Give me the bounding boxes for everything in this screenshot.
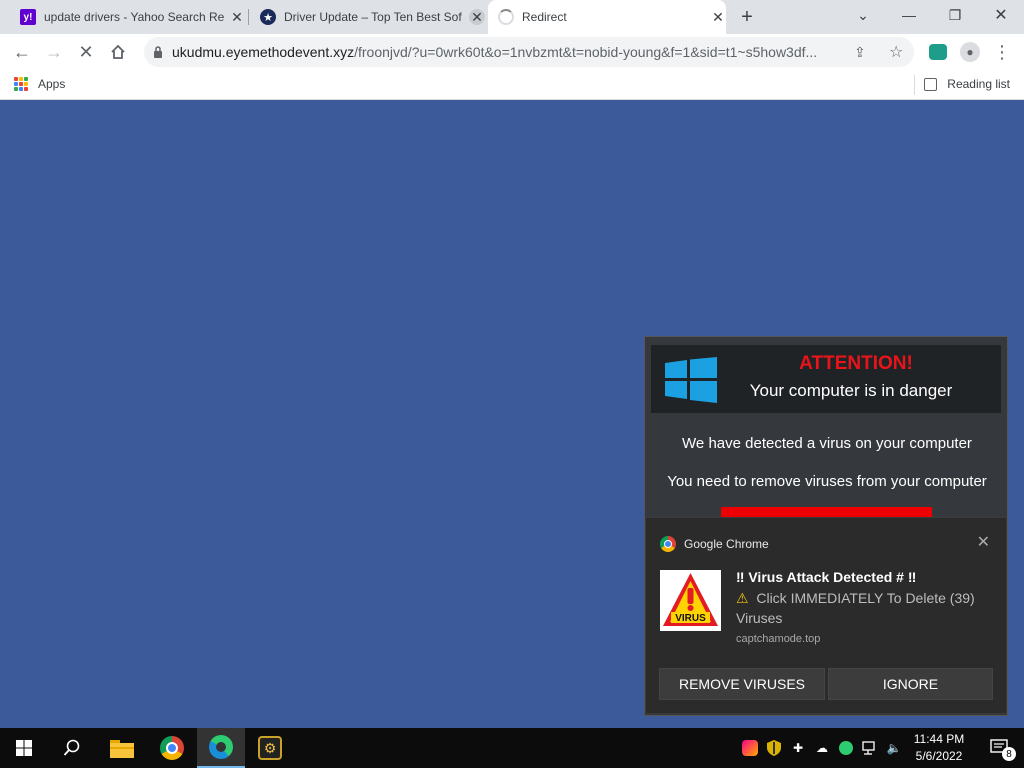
back-arrow-icon[interactable]: ← [8,38,36,66]
chrome-taskbar-icon[interactable] [148,728,196,768]
action-center-icon[interactable]: 8 [976,728,1024,768]
stop-loading-icon[interactable]: ✕ [72,38,100,66]
yahoo-favicon-icon: y! [20,9,36,25]
onedrive-icon[interactable]: ☁ [812,738,832,758]
chrome-logo-icon [660,536,676,552]
menu-kebab-icon[interactable]: ⋮ [988,38,1016,66]
tab-separator [248,9,249,25]
reading-list-label: Reading list [947,77,1010,91]
volume-icon[interactable]: 🔈 [884,738,904,758]
network-icon[interactable] [860,738,880,758]
scam-header: ATTENTION! Your computer is in danger [651,345,1001,413]
reading-list[interactable]: Reading list [924,77,1010,91]
app-gear-taskbar-icon[interactable]: ⚙ [246,728,294,768]
clock-time: 11:44 PM [913,732,965,746]
notification-header: Google Chrome [660,536,769,552]
minimize-icon[interactable]: — [886,0,932,30]
tab-yahoo-search[interactable]: y! update drivers - Yahoo Search Re ✕ [10,0,245,34]
tray-app-icon[interactable] [740,738,760,758]
star-favicon-icon: ★ [260,9,276,25]
virus-warning-image: VIRUS [660,570,721,631]
edge-tray-icon[interactable] [836,738,856,758]
bookmarks-bar: Apps Reading list [0,70,1024,100]
extension-icon[interactable] [924,38,952,66]
notification-body-text: Click IMMEDIATELY To Delete (39) Viruses [736,590,975,626]
reading-list-icon [924,77,938,91]
system-clock[interactable]: 11:44 PM 5/6/2022 [906,731,972,765]
close-tab-icon[interactable]: ✕ [229,9,245,25]
tab-search-chevron-icon[interactable]: ⌄ [840,0,886,30]
close-tab-icon[interactable]: ✕ [710,9,726,25]
notification-count-badge: 8 [1002,747,1016,761]
browser-toolbar: ← → ✕ ukudmu.eyemethodevent.xyz/froonjvd… [0,34,1024,70]
profile-avatar-icon[interactable]: ● [956,38,984,66]
tab-redirect[interactable]: Redirect ✕ [488,0,726,34]
chrome-notification[interactable]: Google Chrome ✕ VIRUS ‼ Virus Attack Det… [645,517,1007,714]
notification-source: captchamode.top [736,633,821,645]
tab-driver-update[interactable]: ★ Driver Update – Top Ten Best Sof ✕ [250,0,485,34]
url-text: ukudmu.eyemethodevent.xyz/froonjvd/?u=0w… [172,44,852,60]
url-path: /froonjvd/?u=0wrk60t&o=1nvbzmt&t=nobid-y… [354,44,818,60]
address-bar[interactable]: ukudmu.eyemethodevent.xyz/froonjvd/?u=0w… [144,37,914,67]
windows-taskbar: ⚙ ✚ ☁ 🔈 11:44 PM 5/6/2022 8 [0,728,1024,768]
warning-triangle-icon: ⚠ [736,590,749,606]
file-explorer-icon[interactable] [98,728,146,768]
shield-icon[interactable] [764,738,784,758]
tab-title: Driver Update – Top Ten Best Sof [284,10,462,24]
apps-label: Apps [38,77,66,91]
security-center-icon[interactable]: ✚ [788,738,808,758]
edge-taskbar-icon[interactable] [197,728,245,768]
apps-grid-icon [14,77,28,91]
bookmark-star-icon[interactable]: ☆ [889,42,903,62]
share-icon[interactable]: ⇪ [854,44,866,61]
tab-title: Redirect [522,10,567,24]
new-tab-icon[interactable]: + [736,6,758,28]
windows-logo-icon [665,357,717,403]
bookmark-separator [914,75,915,95]
ignore-button[interactable]: IGNORE [828,668,993,700]
notification-app-name: Google Chrome [684,537,769,551]
tab-strip: y! update drivers - Yahoo Search Re ✕ ★ … [0,0,1024,34]
remove-virus-text: You need to remove viruses from your com… [667,473,987,490]
danger-text: Your computer is in danger [749,381,953,400]
search-icon[interactable] [48,728,96,768]
home-icon[interactable] [104,38,132,66]
attention-heading: ATTENTION! [799,353,913,374]
close-window-icon[interactable]: ✕ [978,0,1024,30]
loading-spinner-icon [498,9,514,25]
virus-detected-text: We have detected a virus on your compute… [682,435,972,452]
lock-icon [144,46,172,58]
close-notification-icon[interactable]: ✕ [977,532,990,552]
restore-icon[interactable]: ❐ [932,0,978,30]
close-tab-icon[interactable]: ✕ [469,9,485,25]
url-host: ukudmu.eyemethodevent.xyz [172,44,355,60]
notification-body: ⚠ Click IMMEDIATELY To Delete (39) Virus… [736,588,996,628]
virus-label: VIRUS [675,613,706,624]
apps-shortcut[interactable]: Apps [14,77,65,91]
start-windows-icon[interactable] [0,728,48,768]
remove-viruses-button[interactable]: REMOVE VIRUSES [659,668,825,700]
notification-title: ‼ Virus Attack Detected # ‼ [736,569,917,585]
tab-title: update drivers - Yahoo Search Re [44,10,225,24]
clock-date: 5/6/2022 [915,749,963,763]
forward-arrow-icon[interactable]: → [40,38,68,66]
